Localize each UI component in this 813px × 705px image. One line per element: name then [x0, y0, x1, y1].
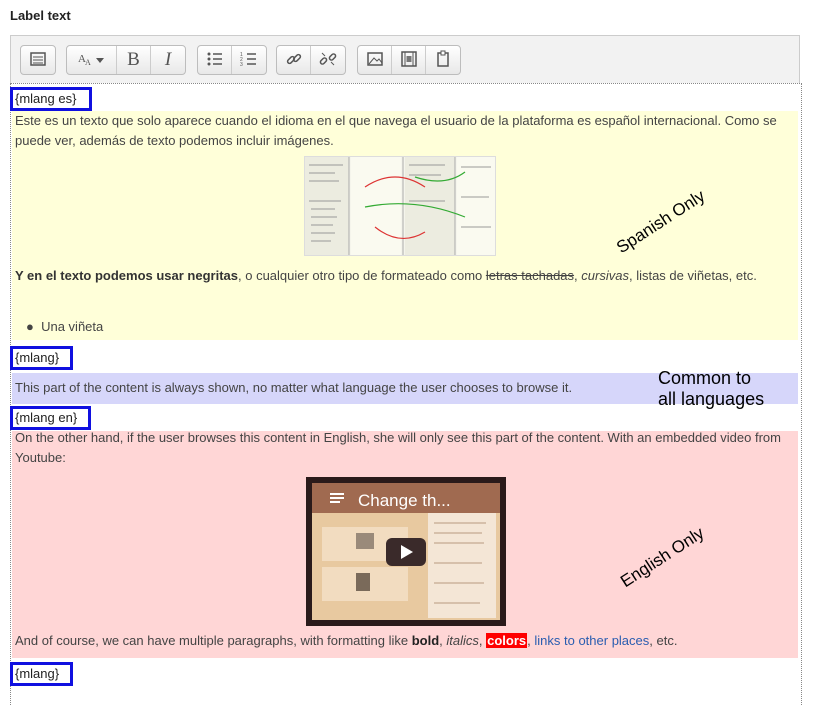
- link-button[interactable]: [277, 46, 311, 74]
- unlink-icon: [319, 50, 337, 71]
- toolbar-group-2: AA B I: [66, 45, 186, 75]
- common-annotation-line1: Common to: [658, 368, 752, 388]
- media-button[interactable]: [392, 46, 426, 74]
- toolbar-group-3: 123: [197, 45, 267, 75]
- spanish-bullet-item: ● Una viñeta: [26, 317, 794, 337]
- toolbar-group-1: [20, 45, 56, 75]
- spanish-text-run: , o cualquier otro tipo de formateado co…: [238, 268, 486, 283]
- svg-text:A: A: [85, 58, 91, 67]
- mlang-es-tag: {mlang es}: [10, 87, 92, 111]
- english-text-run: , etc.: [649, 633, 678, 648]
- bold-button[interactable]: B: [117, 46, 151, 74]
- common-annotation-line2: all languages: [658, 389, 765, 409]
- numbered-list-button[interactable]: 123: [232, 46, 266, 74]
- italic-icon: I: [164, 49, 172, 70]
- embedded-video[interactable]: Change th...: [306, 477, 506, 626]
- unlink-button[interactable]: [311, 46, 345, 74]
- image-button[interactable]: [358, 46, 392, 74]
- colored-text: colors: [486, 633, 528, 648]
- embedded-image[interactable]: [304, 156, 496, 256]
- english-formatted-paragraph: And of course, we can have multiple para…: [15, 631, 794, 651]
- spanish-strikethrough-text: letras tachadas: [485, 268, 575, 283]
- spanish-paragraph: Este es un texto que solo aparece cuando…: [15, 113, 777, 148]
- english-bold-text: bold: [411, 633, 440, 648]
- font-style-button[interactable]: AA: [67, 46, 117, 74]
- english-paragraph: On the other hand, if the user browses t…: [15, 430, 781, 465]
- bullet-text: Una viñeta: [41, 319, 104, 334]
- mlang-en-tag: {mlang en}: [10, 406, 91, 430]
- toolbar-toggle-button[interactable]: [21, 46, 55, 74]
- clipboard-icon: [434, 50, 452, 71]
- italic-button[interactable]: I: [151, 46, 185, 74]
- spanish-italic-text: cursivas: [581, 268, 629, 283]
- mlang-close-tag: {mlang}: [10, 346, 73, 370]
- bulleted-list-icon: [206, 50, 224, 71]
- numbered-list-icon: 123: [240, 50, 258, 71]
- toolbar-group-5: [357, 45, 461, 75]
- video-title: Change th...: [358, 491, 451, 510]
- bullet-icon: ●: [26, 319, 34, 334]
- link-icon: [285, 50, 303, 71]
- spanish-text-run: , listas de viñetas, etc.: [628, 268, 757, 283]
- keyboard-icon: [29, 50, 47, 71]
- english-italic-text: italics: [446, 633, 479, 648]
- toolbar-group-4: [276, 45, 346, 75]
- paste-button[interactable]: [426, 46, 460, 74]
- editor-toolbar: AA B I 123: [10, 35, 800, 83]
- film-icon: [400, 50, 418, 71]
- spanish-formatted-paragraph: Y en el texto podemos usar negritas, o c…: [15, 266, 794, 286]
- image-icon: [366, 50, 384, 71]
- mlang-close-tag: {mlang}: [10, 662, 73, 686]
- english-link[interactable]: links to other places: [534, 633, 649, 648]
- english-text-run: And of course, we can have multiple para…: [15, 633, 412, 648]
- bulleted-list-button[interactable]: [198, 46, 232, 74]
- svg-text:3: 3: [240, 62, 243, 68]
- field-label: Label text: [10, 8, 71, 23]
- font-size-icon: AA: [77, 50, 107, 71]
- spanish-bold-text: Y en el texto podemos usar negritas: [15, 268, 238, 283]
- bold-icon: B: [127, 49, 140, 70]
